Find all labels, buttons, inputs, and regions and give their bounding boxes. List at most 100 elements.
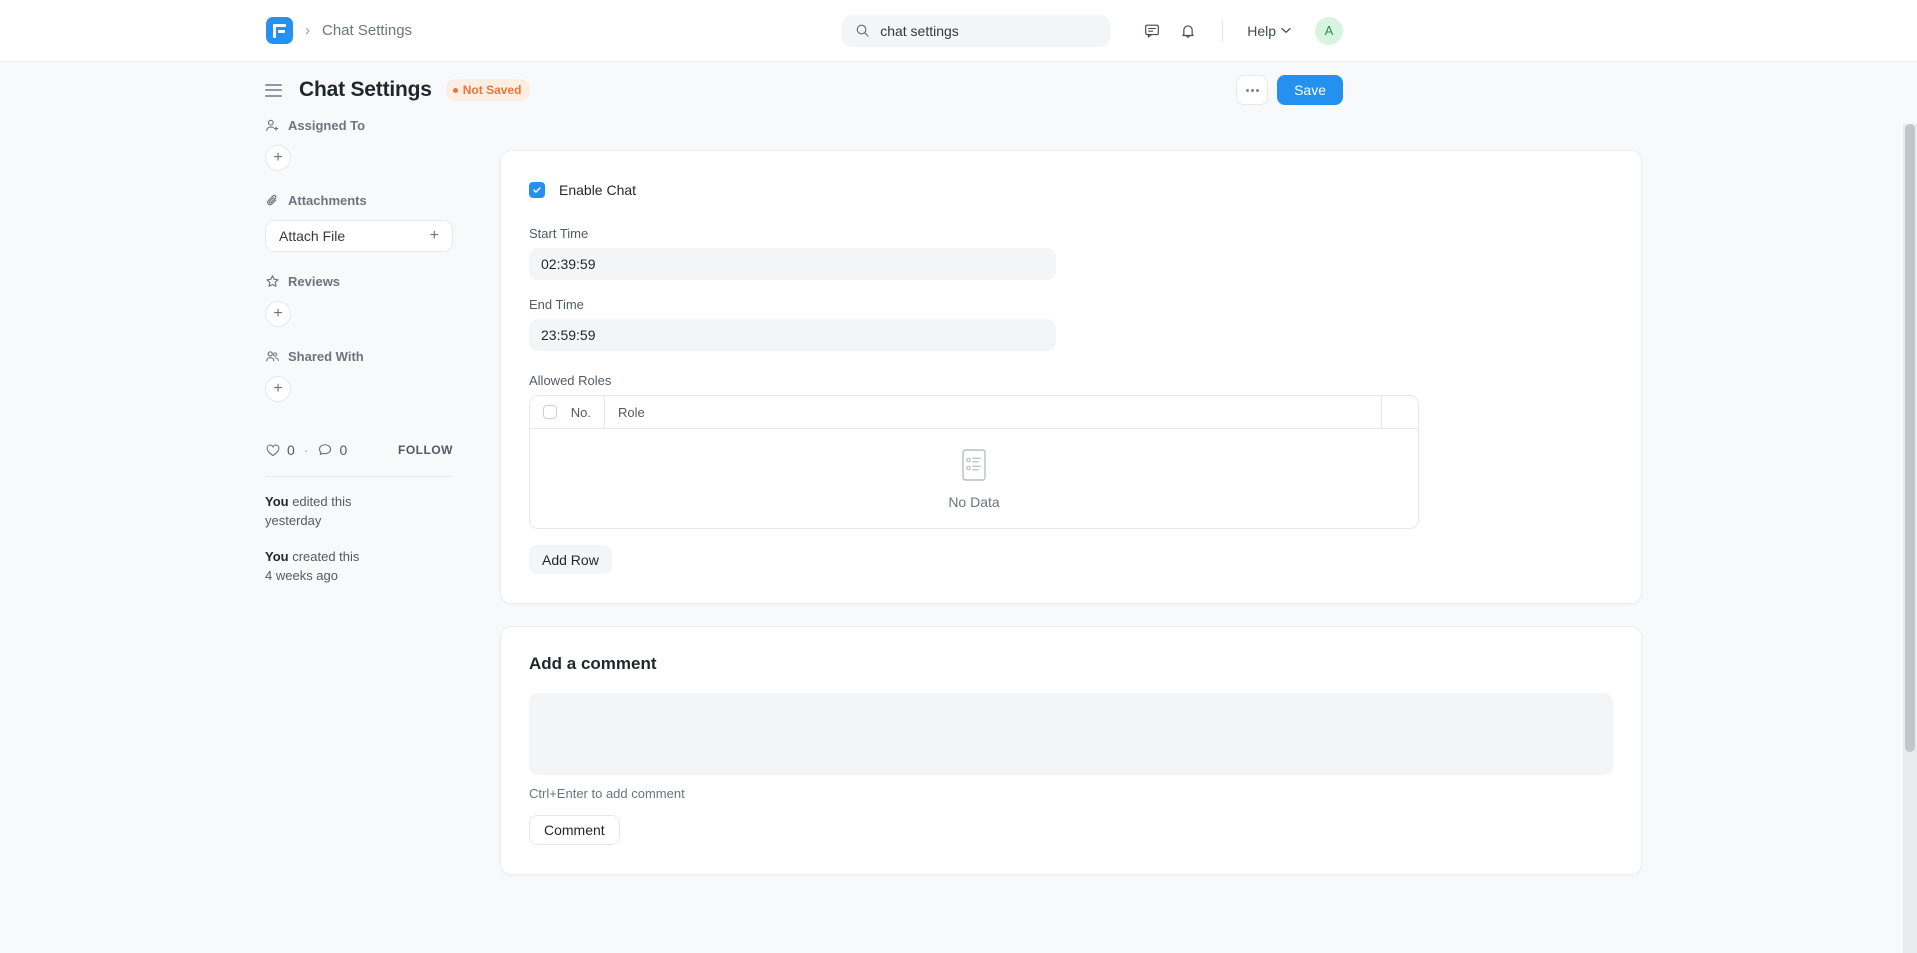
ellipsis-dot-icon — [1255, 88, 1259, 92]
search-input-value: chat settings — [880, 22, 959, 39]
start-time-input[interactable]: 02:39:59 — [529, 248, 1056, 280]
status-dot-icon — [452, 87, 458, 93]
sidebar-divider — [265, 476, 453, 477]
stats-separator: · — [303, 442, 309, 458]
comment-card: Add a comment Ctrl+Enter to add comment … — [500, 626, 1642, 875]
activity-actor: You — [265, 548, 289, 564]
user-plus-icon — [266, 119, 279, 131]
users-icon — [266, 351, 279, 362]
plus-icon: + — [429, 227, 439, 244]
allowed-roles-label: Allowed Roles — [529, 373, 612, 388]
grid-column-role[interactable]: Role — [605, 396, 1382, 428]
page-body: Chat Settings Not Saved Save Assigned To… — [0, 62, 1917, 953]
comment-input[interactable] — [529, 693, 1613, 775]
chevron-down-icon — [1281, 27, 1291, 33]
activity-text: created this — [288, 548, 360, 564]
breadcrumb-separator-icon: › — [305, 22, 310, 39]
notifications-button[interactable] — [1172, 15, 1204, 47]
page-header-left: Chat Settings Not Saved — [265, 78, 531, 102]
status-badge: Not Saved — [445, 79, 531, 101]
search-icon — [856, 24, 869, 37]
attach-file-label: Attach File — [279, 228, 346, 244]
avatar[interactable]: A — [1315, 16, 1343, 45]
grid-column-role-label: Role — [618, 404, 645, 420]
follow-button[interactable]: FOLLOW — [398, 443, 453, 457]
end-time-label: End Time — [529, 297, 584, 312]
activity-text: edited this — [288, 494, 352, 509]
messages-button[interactable] — [1136, 15, 1168, 47]
form-sidebar: Assigned To + Attachments Attach File + — [265, 118, 453, 602]
grid-header-row: No. Role — [530, 396, 1418, 429]
sidebar-section-label: Attachments — [288, 193, 367, 208]
like-button[interactable]: 0 — [265, 442, 295, 458]
activity-timeline-peek: New Email — [500, 944, 1642, 953]
navbar-icon-group: Help A — [1136, 15, 1343, 47]
sidebar-section-label: Assigned To — [288, 118, 366, 133]
add-share-button[interactable]: + — [265, 376, 291, 402]
search-input[interactable]: chat settings — [842, 14, 1111, 47]
breadcrumb[interactable]: Chat Settings — [322, 22, 412, 39]
settings-form-card: Enable Chat Start Time 02:39:59 End Time… — [500, 150, 1642, 604]
activity-time: yesterday — [265, 512, 322, 528]
attach-file-button[interactable]: Attach File + — [265, 220, 453, 252]
star-icon — [266, 275, 279, 287]
like-count: 0 — [287, 442, 295, 458]
comment-count: 0 — [339, 442, 348, 458]
ellipsis-dot-icon — [1245, 88, 1249, 92]
grid-column-settings[interactable] — [1382, 396, 1418, 428]
select-all-checkbox[interactable] — [543, 405, 557, 419]
activity-edited: You edited this yesterday — [265, 493, 453, 531]
navbar-left: › Chat Settings — [266, 17, 412, 44]
sidebar-section-shared-with: Shared With + — [265, 349, 453, 402]
plus-icon: + — [273, 380, 283, 397]
sidebar-section-assigned-to: Assigned To + — [265, 118, 453, 171]
comment-count-button[interactable]: 0 — [317, 442, 347, 458]
sidebar-section-header: Assigned To — [265, 118, 453, 133]
sidebar-section-header: Reviews — [265, 274, 453, 289]
help-menu-button[interactable]: Help — [1241, 19, 1297, 43]
page-title: Chat Settings — [299, 78, 432, 101]
sidebar-section-reviews: Reviews + — [265, 274, 453, 327]
submit-comment-button[interactable]: Comment — [529, 815, 620, 845]
save-button[interactable]: Save — [1277, 75, 1343, 105]
grid-column-no-label: No. — [570, 404, 591, 420]
comment-icon — [319, 444, 332, 455]
sidebar-section-header: Shared With — [265, 349, 453, 364]
page-header-actions: Save — [1236, 75, 1343, 105]
enable-chat-checkbox[interactable] — [529, 182, 545, 198]
ellipsis-dot-icon — [1250, 88, 1254, 92]
navbar-right: chat settings Help A — [842, 14, 1343, 47]
add-row-button[interactable]: Add Row — [529, 545, 612, 574]
add-review-button[interactable]: + — [265, 301, 291, 327]
add-assignment-button[interactable]: + — [265, 145, 291, 171]
main-content: Enable Chat Start Time 02:39:59 End Time… — [500, 150, 1642, 875]
sidebar-section-label: Shared With — [288, 349, 364, 364]
activity-time: 4 weeks ago — [265, 567, 338, 583]
grid-empty-state: No Data — [530, 429, 1418, 528]
no-data-list-icon — [962, 449, 986, 481]
sidebar-section-attachments: Attachments Attach File + — [265, 193, 453, 252]
plus-icon: + — [273, 149, 283, 166]
avatar-initial: A — [1324, 23, 1334, 38]
sidebar-stats: 0 · 0 FOLLOW — [265, 442, 453, 458]
sidebar-section-header: Attachments — [265, 193, 453, 208]
add-comment-title: Add a comment — [529, 654, 657, 673]
status-badge-label: Not Saved — [462, 83, 522, 97]
activity-created: You created this 4 weeks ago — [265, 548, 453, 586]
paperclip-icon — [267, 194, 277, 206]
enable-chat-row[interactable]: Enable Chat — [529, 182, 1613, 198]
message-icon — [1145, 24, 1160, 38]
plus-icon: + — [273, 305, 283, 322]
page-scrollbar-track[interactable] — [1903, 124, 1917, 953]
sidebar-section-label: Reviews — [288, 274, 341, 289]
frappe-logo-icon[interactable] — [266, 17, 293, 44]
heart-icon — [266, 444, 280, 457]
activity-actor: You — [265, 494, 289, 509]
page-scrollbar-thumb[interactable] — [1905, 124, 1915, 752]
end-time-input[interactable]: 23:59:59 — [529, 319, 1056, 351]
more-actions-button[interactable] — [1236, 75, 1269, 105]
hamburger-icon[interactable] — [265, 83, 282, 97]
top-navbar: › Chat Settings chat settings Help A — [0, 0, 1917, 62]
comment-hint: Ctrl+Enter to add comment — [529, 786, 685, 801]
bell-icon — [1182, 24, 1194, 38]
